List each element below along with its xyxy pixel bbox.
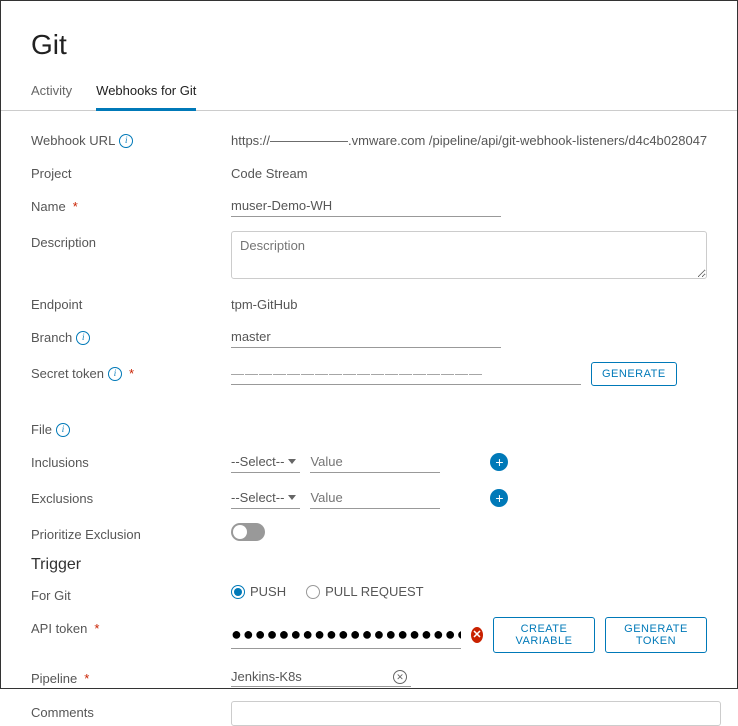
prioritize-exclusion-toggle[interactable] xyxy=(231,523,265,541)
add-inclusion-icon[interactable]: + xyxy=(490,453,508,471)
label-name: Name xyxy=(31,199,66,214)
exclusions-select-value: --Select-- xyxy=(231,490,284,505)
required-indicator: * xyxy=(84,671,89,686)
label-comments: Comments xyxy=(31,705,94,720)
endpoint-value: tpm-GitHub xyxy=(231,293,707,312)
comments-input[interactable] xyxy=(231,701,721,726)
label-secret-token: Secret token xyxy=(31,366,104,381)
page-title: Git xyxy=(1,29,737,61)
label-inclusions: Inclusions xyxy=(31,455,89,470)
radio-pull-request-label: PULL REQUEST xyxy=(325,584,424,599)
pipeline-input[interactable] xyxy=(231,669,411,684)
radio-push-label: PUSH xyxy=(250,584,286,599)
error-icon: ✕ xyxy=(471,627,483,643)
description-input[interactable] xyxy=(231,231,707,279)
label-exclusions: Exclusions xyxy=(31,491,93,506)
inclusions-select-value: --Select-- xyxy=(231,454,284,469)
add-exclusion-icon[interactable]: + xyxy=(490,489,508,507)
radio-icon xyxy=(306,585,320,599)
chevron-down-icon xyxy=(288,495,296,500)
api-token-input[interactable] xyxy=(231,621,461,649)
label-api-token: API token xyxy=(31,621,87,636)
create-variable-button[interactable]: CREATE VARIABLE xyxy=(493,617,595,653)
secret-token-input[interactable] xyxy=(231,363,581,385)
clear-pipeline-icon[interactable]: ✕ xyxy=(393,670,407,684)
info-icon[interactable]: i xyxy=(56,423,70,437)
required-indicator: * xyxy=(94,621,99,636)
label-webhook-url: Webhook URL xyxy=(31,133,115,148)
required-indicator: * xyxy=(73,199,78,214)
chevron-down-icon xyxy=(288,459,296,464)
label-prioritize-exclusion: Prioritize Exclusion xyxy=(31,527,141,542)
webhook-url-value: https://——————.vmware.com /pipeline/api/… xyxy=(231,129,707,148)
name-input[interactable] xyxy=(231,195,501,217)
radio-pull-request[interactable]: PULL REQUEST xyxy=(306,584,424,599)
label-for-git: For Git xyxy=(31,588,71,603)
info-icon[interactable]: i xyxy=(108,367,122,381)
inclusions-select[interactable]: --Select-- xyxy=(231,451,300,473)
tab-webhooks-for-git[interactable]: Webhooks for Git xyxy=(96,77,196,111)
inclusions-value-input[interactable] xyxy=(310,451,440,473)
project-value: Code Stream xyxy=(231,162,707,181)
info-icon[interactable]: i xyxy=(119,134,133,148)
required-indicator: * xyxy=(129,366,134,381)
radio-icon xyxy=(231,585,245,599)
label-project: Project xyxy=(31,166,71,181)
exclusions-select[interactable]: --Select-- xyxy=(231,487,300,509)
section-trigger: Trigger xyxy=(31,556,707,574)
label-pipeline: Pipeline xyxy=(31,671,77,686)
generate-button[interactable]: GENERATE xyxy=(591,362,677,386)
tab-activity[interactable]: Activity xyxy=(31,77,72,111)
label-endpoint: Endpoint xyxy=(31,297,82,312)
label-branch: Branch xyxy=(31,330,72,345)
info-icon[interactable]: i xyxy=(76,331,90,345)
form: Webhook URL i https://——————.vmware.com … xyxy=(1,129,737,726)
branch-input[interactable] xyxy=(231,326,501,348)
radio-push[interactable]: PUSH xyxy=(231,584,286,599)
label-file: File xyxy=(31,422,52,437)
tabs: Activity Webhooks for Git xyxy=(1,77,737,111)
exclusions-value-input[interactable] xyxy=(310,487,440,509)
generate-token-button[interactable]: GENERATE TOKEN xyxy=(605,617,707,653)
label-description: Description xyxy=(31,235,96,250)
